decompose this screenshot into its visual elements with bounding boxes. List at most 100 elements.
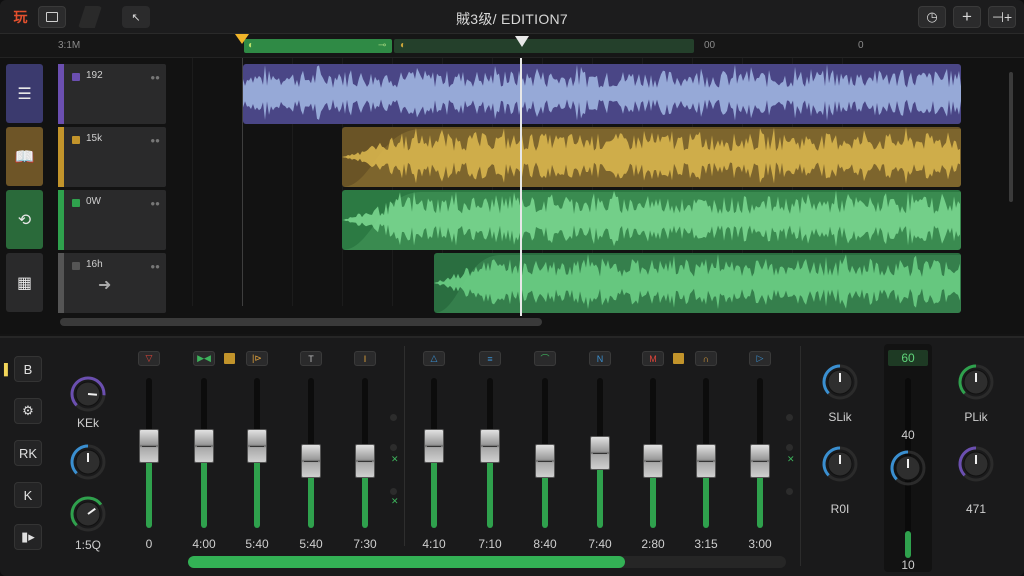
track-header[interactable]: 16h ●● ➜ [58,253,166,313]
knob-label: SLik [828,410,852,424]
side-button[interactable]: RK [14,440,42,466]
start-marker-icon[interactable] [235,34,249,44]
loop-end-marker-icon[interactable]: ⊸ [378,40,386,51]
fader-handle[interactable] [590,436,610,470]
channel-mode-button[interactable]: |⊳ [246,351,268,366]
audio-clip[interactable] [243,64,961,124]
channel-mode-button[interactable]: ▽ [138,351,160,366]
add-button[interactable]: + [953,6,981,28]
track-name: 16h [86,259,103,270]
playhead-line[interactable] [520,58,522,316]
timeline-ruler[interactable]: 3:1M ◐ ⊸ ◐ 00 0 [0,34,1024,58]
fader-handle[interactable] [480,428,500,463]
channel-mode-button[interactable]: M [642,351,664,366]
fader-handle[interactable] [424,428,444,463]
channel-mode-button[interactable]: I [354,351,376,366]
forward-button[interactable]: ⊣+ [988,6,1016,28]
channel-mode-button[interactable]: ⌒ [534,351,556,366]
channel-mode-button[interactable]: ▶◀ [193,351,215,366]
knob[interactable] [68,374,108,414]
side-button[interactable]: ⚙ [14,398,42,424]
fader-handle[interactable] [301,443,321,478]
channel-mode-button[interactable]: △ [423,351,445,366]
grid-icon[interactable]: ▦ [6,253,43,312]
mixer-divider [404,346,405,546]
clip-indicator-icon: ✕ [391,454,399,464]
clip-indicator-icon: ✕ [787,454,795,464]
knob-label: 471 [965,502,987,516]
menu-icon[interactable]: ☰ [6,64,43,123]
meter-led [390,414,397,421]
channel-color-square [673,353,684,364]
track-header[interactable]: 0W ●● [58,190,166,250]
channel-mode-button[interactable]: ≡ [479,351,501,366]
horizontal-scrollbar[interactable] [60,318,542,326]
marker-icon[interactable]: ◐ [400,40,406,51]
loop-icon[interactable]: ⟲ [6,190,43,249]
playhead-handle[interactable] [515,36,529,47]
channel-mode-button[interactable]: ▷ [749,351,771,366]
side-button[interactable]: ▮▸ [14,524,42,550]
waveform [243,64,961,121]
loop-region-extended[interactable] [394,39,694,53]
channel-mode-button[interactable]: ∩ [695,351,717,366]
fader-handle[interactable] [535,443,555,478]
track-options-icon[interactable]: ●● [150,199,160,208]
ruler-tick-label: 00 [704,40,716,51]
book-icon[interactable]: 📖 [6,127,43,186]
knob[interactable] [68,494,108,534]
master-bottom-value: 10 [901,558,915,572]
knob[interactable] [956,362,996,402]
mixer-progress-bar[interactable] [188,556,786,568]
fader-handle[interactable] [643,443,663,478]
channel-value: 8:40 [533,537,557,551]
grid-line [192,58,193,306]
solo-indicator-icon: ▐ [0,364,8,376]
knob[interactable] [820,444,860,484]
fader-handle[interactable] [247,428,267,463]
audio-clip[interactable] [434,253,961,313]
loop-region[interactable] [244,39,392,53]
channel-value: 7:30 [353,537,377,551]
history-button[interactable]: ◷ [918,6,946,28]
mixer-progress-fill [188,556,625,568]
channel-mode-button[interactable]: N [589,351,611,366]
knob-label: PLik [964,410,988,424]
clock-icon: ◷ [926,9,938,24]
knob[interactable] [68,442,108,482]
title-bar: 玩 ↖ 賊3级/ EDITION7 ◷ + ⊣+ [0,0,1024,34]
audio-clip[interactable] [342,127,961,187]
track-options-icon[interactable]: ●● [150,136,160,145]
knob[interactable] [820,362,860,402]
waveform [342,190,961,250]
channel-value: 7:10 [478,537,502,551]
master-knob[interactable] [888,448,928,488]
track-header[interactable]: 15k ●● [58,127,166,187]
channel-value: 4:00 [192,537,216,551]
track-options-icon[interactable]: ●● [150,73,160,82]
arrow-right-icon[interactable]: ➜ [98,275,111,295]
knob-label: KEk [76,416,99,430]
side-button[interactable]: K [14,482,42,508]
track-options-icon[interactable]: ●● [150,262,160,271]
fader-handle[interactable] [139,428,159,463]
side-button[interactable]: B [14,356,42,382]
channel-mode-button[interactable]: T [300,351,322,366]
project-title: 賊3级/ EDITION7 [455,11,569,27]
fader-handle[interactable] [194,428,214,463]
track-name: 0W [86,196,101,207]
fader-handle[interactable] [355,443,375,478]
audio-clip[interactable] [342,190,961,250]
plus-icon: + [962,7,972,26]
clip-indicator-icon: ✕ [391,496,399,506]
meter-led [786,488,793,495]
track-color-square [72,262,80,270]
fader-handle[interactable] [696,443,716,478]
vertical-scrollbar[interactable] [1009,72,1013,202]
start-line [242,58,243,306]
channel-value: 3:15 [694,537,718,551]
track-header[interactable]: 192 ●● [58,64,166,124]
knob[interactable] [956,444,996,484]
fader-handle[interactable] [750,443,770,478]
track-color-square [72,136,80,144]
